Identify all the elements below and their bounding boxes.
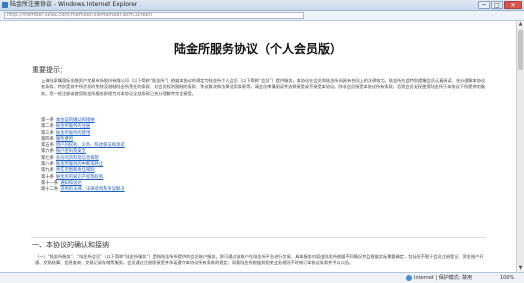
scroll-up-icon[interactable]: ▲ [517,21,524,28]
section-1-body: （一）“陆金所服务”、“陆金所会员”（以下简称“陆金所服务”）是指陆金所所提供的… [35,254,484,266]
toc-link[interactable]: 本协议的确认和接纳 [56,118,95,123]
close-button[interactable]: ✕ [504,1,522,9]
toc-link[interactable]: 适用的法律、法律适用及争议解决 [60,187,124,192]
table-of-contents: 第一条 本协议的确认和接纳 第二条 陆金所服务的注册 第三条 陆金所服务的使用 第四条… [41,118,125,194]
address-bar: http://member.lufax.com/member/listMembe… [0,11,524,21]
toc-number: 第十一条 [41,180,59,186]
url-field[interactable]: http://member.lufax.com/member/listMembe… [4,12,304,19]
toc-number: 第五条 [41,143,54,149]
window-title: 陆金所注册协议 - Windows Internet Explorer [10,1,138,8]
page-content: 陆金所服务协议（个人会员版） 重要提示： 上海陆家嘴国际金融资产交易市场股份有限… [0,21,516,272]
section-divider [31,237,486,238]
minimize-button[interactable]: ─ [478,1,490,9]
toc-link[interactable]: 通知和送达 [60,181,81,186]
section-1-heading: 一、本协议的确认和接纳 [32,241,109,249]
toc-link[interactable]: 会员的资料及信息保管 [56,156,99,161]
toc-link[interactable]: 责任范围和责任限制 [56,168,95,173]
important-heading: 重要提示： [32,66,67,74]
toc-item: 第十二条 适用的法律、法律适用及争议解决 [41,187,125,193]
intro-paragraph: 上海陆家嘴国际金融资产交易市场股份有限公司（以下简称“陆金所”）依据本协议的规定… [41,78,486,96]
toc-link[interactable]: 陆金所服务的注册 [56,124,90,129]
toc-link[interactable]: 用户的权利、义务、陈述保证和承诺 [56,143,125,148]
toc-number: 第七条 [41,155,54,161]
toc-link[interactable]: 陆金所服务的中断或终止 [56,162,103,167]
toc-link[interactable]: 账户密码及安全 [56,149,86,154]
toc-number: 第十二条 [41,187,59,193]
toc-number: 第二条 [41,124,54,130]
toc-link[interactable]: 服务费用 [56,137,73,142]
toc-number: 第六条 [41,149,54,155]
toc-number: 第八条 [41,162,54,168]
toc-number: 第十条 [41,174,54,180]
maximize-button[interactable]: □ [491,1,503,9]
toc-number: 第三条 [41,130,54,136]
scroll-thumb[interactable] [518,30,523,70]
vertical-scrollbar[interactable]: ▲ ▼ [516,21,524,272]
internet-zone-icon [406,275,412,281]
scroll-down-icon[interactable]: ▼ [517,265,524,272]
status-bar: Internet | 保护模式: 禁用 100% [0,272,524,283]
toc-number: 第一条 [41,118,54,123]
toc-link[interactable]: 陆金所服务的使用 [56,131,90,136]
security-zone-text: Internet | 保护模式: 禁用 [414,275,472,281]
toc-number: 第四条 [41,136,54,142]
page-title: 陆金所服务协议（个人会员版） [173,42,342,56]
ie-app-icon [2,2,8,8]
zoom-level[interactable]: 100% [500,273,514,283]
window-title-bar: 陆金所注册协议 - Windows Internet Explorer ─ □ … [0,0,524,11]
toc-number: 第九条 [41,168,54,174]
toc-link[interactable]: 陆金所的知识产权等权利 [56,175,103,180]
